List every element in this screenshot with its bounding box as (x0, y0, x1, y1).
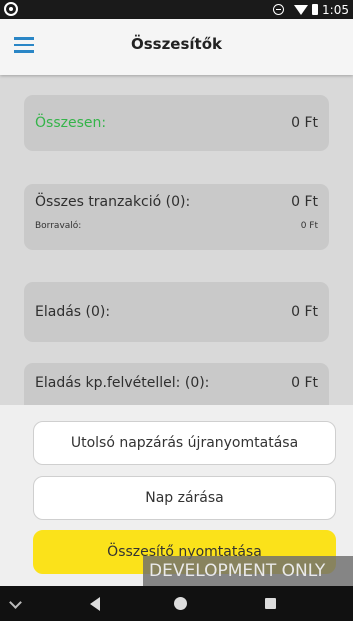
tip-value: 0 Ft (300, 221, 318, 231)
battery-icon (312, 4, 319, 15)
chevron-down-icon[interactable] (8, 586, 24, 621)
status-icons: 1:05 (273, 1, 349, 18)
app-notification-icon (4, 2, 18, 16)
sales-cashback-value: 0 Ft (291, 375, 318, 391)
do-not-disturb-icon (273, 4, 285, 15)
total-card: Összesen: 0 Ft (24, 95, 329, 151)
transactions-label: Összes tranzakció (0): (35, 194, 191, 210)
close-day-button[interactable]: Nap zárása (33, 476, 336, 520)
recents-icon[interactable] (262, 586, 282, 621)
wifi-icon (294, 4, 309, 15)
back-icon[interactable] (86, 586, 106, 621)
status-bar: 1:05 (0, 0, 353, 19)
sales-value: 0 Ft (291, 304, 318, 320)
app-bar: Összesítők (0, 19, 353, 75)
sales-card: Eladás (0): 0 Ft (24, 282, 329, 342)
sales-cashback-label: Eladás kp.felvétellel: (0): (35, 375, 210, 391)
system-nav-bar (0, 586, 353, 621)
clock: 1:05 (322, 2, 349, 17)
home-icon[interactable] (170, 586, 190, 621)
sales-label: Eladás (0): (35, 304, 111, 320)
total-label: Összesen: (35, 115, 107, 131)
tip-label: Borravaló: (35, 221, 82, 231)
reprint-day-close-button[interactable]: Utolsó napzárás újranyomtatása (33, 421, 336, 465)
total-value: 0 Ft (291, 115, 318, 131)
development-watermark: DEVELOPMENT ONLY (143, 556, 353, 586)
page-title: Összesítők (130, 35, 223, 53)
transactions-card: Összes tranzakció (0): 0 Ft Borravaló: 0… (24, 184, 329, 250)
transactions-value: 0 Ft (291, 194, 318, 210)
